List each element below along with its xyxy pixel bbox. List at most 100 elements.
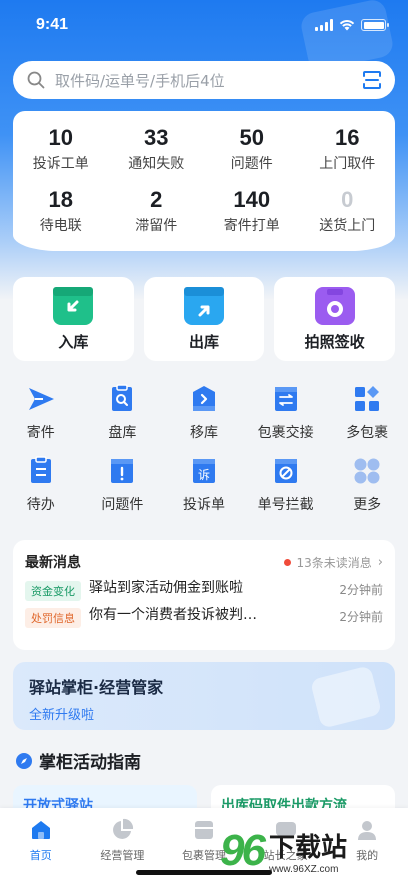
news-card: 最新消息 13条未读消息 › 资金变化 驿站到家活动佣金到账啦 2分钟前 处罚信… bbox=[13, 540, 395, 650]
package-icon bbox=[194, 821, 213, 839]
stat-value: 16 bbox=[335, 125, 360, 150]
function-grid: 寄件 盘库 移库 包裹交接 多包裹 待办 问题件 诉 投诉单 单号拦截 更多 bbox=[0, 384, 408, 514]
unread-count: 13条未读消息 bbox=[296, 555, 372, 570]
scan-icon[interactable] bbox=[361, 69, 383, 91]
unread-messages-link[interactable]: 13条未读消息 › bbox=[283, 554, 383, 571]
stat-label: 寄件打单 bbox=[223, 218, 280, 234]
menu-inventory[interactable]: 盘库 bbox=[82, 384, 164, 442]
stat-label: 待电联 bbox=[39, 218, 82, 234]
news-text: 驿站到家活动佣金到账啦 bbox=[89, 580, 243, 596]
menu-label: 问题件 bbox=[101, 497, 144, 513]
stat-label: 上门取件 bbox=[319, 156, 376, 172]
outbound-button[interactable]: 出库 bbox=[143, 277, 265, 361]
stat-complaint-tickets[interactable]: 10 投诉工单 bbox=[13, 125, 109, 187]
menu-problem[interactable]: 问题件 bbox=[82, 456, 164, 514]
stat-label: 问题件 bbox=[230, 156, 273, 172]
tab-home[interactable]: 首页 bbox=[0, 818, 82, 883]
menu-label: 包裹交接 bbox=[257, 425, 314, 441]
news-item[interactable]: 处罚信息 你有一个消费者投诉被判… 2分钟前 bbox=[25, 607, 383, 628]
stat-label: 滞留件 bbox=[135, 218, 178, 234]
stat-value: 0 bbox=[341, 187, 354, 212]
status-bar: 9:41 bbox=[0, 0, 408, 50]
svg-text:诉: 诉 bbox=[198, 468, 210, 482]
move-stock-icon bbox=[192, 386, 215, 411]
menu-more[interactable]: 更多 bbox=[326, 456, 408, 514]
news-tag: 资金变化 bbox=[25, 581, 81, 601]
stat-stranded-items[interactable]: 2 滞留件 bbox=[109, 187, 205, 249]
stats-card: 10 投诉工单 33 通知失败 50 问题件 16 上门取件 18 待电联 2 … bbox=[13, 111, 395, 251]
stat-value: 2 bbox=[150, 187, 163, 212]
menu-label: 寄件 bbox=[26, 425, 55, 441]
status-time: 9:41 bbox=[36, 16, 69, 33]
menu-move-stock[interactable]: 移库 bbox=[163, 384, 245, 442]
photo-sign-button[interactable]: 拍照签收 bbox=[274, 277, 396, 361]
stat-pending-call[interactable]: 18 待电联 bbox=[13, 187, 109, 249]
wifi-icon bbox=[339, 20, 355, 31]
stat-problem-items[interactable]: 50 问题件 bbox=[204, 125, 300, 187]
inbound-button[interactable]: 入库 bbox=[13, 277, 134, 361]
stat-value: 33 bbox=[144, 125, 169, 150]
menu-complaint[interactable]: 诉 投诉单 bbox=[163, 456, 245, 514]
camera-icon bbox=[314, 286, 355, 325]
handover-icon bbox=[274, 387, 297, 411]
guide-title: 掌柜活动指南 bbox=[39, 753, 141, 773]
menu-handover[interactable]: 包裹交接 bbox=[245, 384, 327, 442]
news-time: 2分钟前 bbox=[339, 610, 383, 624]
news-item[interactable]: 资金变化 驿站到家活动佣金到账啦 2分钟前 bbox=[25, 580, 383, 601]
news-text: 你有一个消费者投诉被判… bbox=[89, 607, 257, 623]
stat-value: 50 bbox=[239, 125, 264, 150]
tab-label: 首页 bbox=[29, 849, 52, 862]
battery-icon bbox=[361, 19, 389, 31]
watermark-name: 下载站 bbox=[268, 833, 347, 863]
menu-todo[interactable]: 待办 bbox=[0, 456, 82, 514]
home-icon bbox=[31, 821, 50, 839]
cellular-signal-icon bbox=[315, 19, 333, 31]
stat-home-delivery[interactable]: 0 送货上门 bbox=[300, 187, 396, 249]
search-icon bbox=[27, 71, 45, 89]
pie-chart-icon bbox=[113, 818, 134, 839]
inventory-icon bbox=[112, 384, 133, 411]
stat-value: 18 bbox=[48, 187, 73, 212]
compass-icon bbox=[16, 752, 32, 769]
menu-label: 投诉单 bbox=[182, 497, 225, 513]
menu-multi-package[interactable]: 多包裹 bbox=[326, 384, 408, 442]
watermark-text: 下载站 www.96XZ.com bbox=[269, 827, 347, 875]
photo-sign-label: 拍照签收 bbox=[304, 332, 365, 351]
status-icons bbox=[315, 19, 389, 31]
stat-value: 10 bbox=[48, 125, 73, 150]
more-icon bbox=[354, 458, 380, 484]
news-header: 最新消息 13条未读消息 › bbox=[25, 552, 383, 572]
search-input[interactable]: 取件码/运单号/手机后4位 bbox=[55, 70, 361, 91]
intercept-icon bbox=[274, 459, 297, 483]
news-time: 2分钟前 bbox=[339, 583, 383, 597]
problem-icon bbox=[111, 459, 134, 483]
menu-send[interactable]: 寄件 bbox=[0, 384, 82, 442]
tab-label: 经营管理 bbox=[100, 849, 145, 862]
inbound-label: 入库 bbox=[58, 332, 89, 351]
stat-label: 通知失败 bbox=[128, 156, 185, 172]
search-bar[interactable]: 取件码/运单号/手机后4位 bbox=[13, 61, 395, 99]
unread-dot-icon bbox=[283, 558, 291, 566]
menu-label: 盘库 bbox=[108, 425, 137, 441]
multi-package-icon bbox=[355, 386, 380, 411]
news-title: 最新消息 bbox=[25, 555, 81, 571]
stat-send-print[interactable]: 140 寄件打单 bbox=[204, 187, 300, 249]
chevron-right-icon: › bbox=[377, 554, 383, 570]
menu-label: 待办 bbox=[26, 497, 55, 513]
menu-intercept[interactable]: 单号拦截 bbox=[245, 456, 327, 514]
send-icon bbox=[28, 388, 54, 410]
stat-door-pickup[interactable]: 16 上门取件 bbox=[300, 125, 396, 187]
watermark-url: www.96XZ.com bbox=[268, 864, 339, 875]
stat-notify-failed[interactable]: 33 通知失败 bbox=[109, 125, 205, 187]
outbound-label: 出库 bbox=[189, 332, 220, 351]
outbound-box-icon bbox=[184, 286, 224, 325]
promo-banner[interactable]: 驿站掌柜·经营管家 全新升级啦 bbox=[13, 662, 395, 730]
menu-label: 更多 bbox=[353, 497, 382, 513]
menu-label: 多包裹 bbox=[346, 425, 389, 441]
watermark-logo-text: 96 bbox=[220, 826, 266, 875]
primary-actions: 入库 出库 拍照签收 bbox=[13, 277, 396, 361]
todo-icon bbox=[30, 456, 51, 483]
complaint-icon: 诉 bbox=[192, 459, 215, 483]
watermark-logo: 96 bbox=[220, 826, 266, 876]
menu-label: 移库 bbox=[189, 425, 218, 441]
